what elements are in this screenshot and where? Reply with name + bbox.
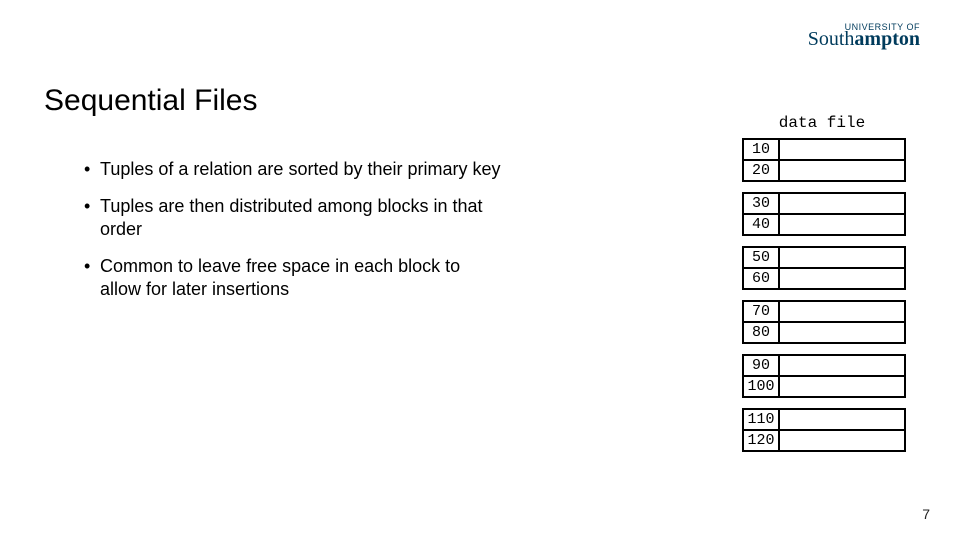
tuple-row: 10 [744,140,904,159]
tuple-rest [780,161,904,180]
tuple-key: 110 [744,410,780,429]
file-block: 70 80 [742,300,906,344]
tuple-rest [780,431,904,450]
tuple-row: 80 [744,321,904,342]
file-block: 10 20 [742,138,906,182]
bullet-item: Tuples are then distributed among blocks… [84,195,504,241]
tuple-key: 10 [744,140,780,159]
data-file-diagram: data file 10 20 30 40 50 60 70 80 90 100… [742,114,902,462]
tuple-row: 60 [744,267,904,288]
tuple-row: 110 [744,410,904,429]
tuple-key: 40 [744,215,780,234]
tuple-row: 30 [744,194,904,213]
bullet-item: Common to leave free space in each block… [84,255,504,301]
bullet-item: Tuples of a relation are sorted by their… [84,158,504,181]
tuple-rest [780,140,904,159]
tuple-rest [780,323,904,342]
tuple-key: 50 [744,248,780,267]
tuple-key: 30 [744,194,780,213]
university-logo: UNIVERSITY OF Southampton [808,22,920,51]
tuple-rest [780,302,904,321]
tuple-row: 40 [744,213,904,234]
tuple-key: 20 [744,161,780,180]
file-block: 30 40 [742,192,906,236]
tuple-key: 90 [744,356,780,375]
tuple-row: 70 [744,302,904,321]
tuple-key: 70 [744,302,780,321]
slide-title: Sequential Files [44,84,257,118]
tuple-rest [780,410,904,429]
data-file-label: data file [742,114,902,132]
tuple-key: 120 [744,431,780,450]
file-block: 110 120 [742,408,906,452]
tuple-rest [780,356,904,375]
tuple-rest [780,377,904,396]
tuple-row: 90 [744,356,904,375]
tuple-row: 20 [744,159,904,180]
bullet-list: Tuples of a relation are sorted by their… [44,158,504,315]
tuple-row: 50 [744,248,904,267]
tuple-key: 80 [744,323,780,342]
tuple-row: 100 [744,375,904,396]
tuple-rest [780,194,904,213]
page-number: 7 [922,506,930,522]
tuple-row: 120 [744,429,904,450]
file-block: 50 60 [742,246,906,290]
tuple-rest [780,269,904,288]
file-block: 90 100 [742,354,906,398]
logo-main-text: Southampton [808,28,920,51]
tuple-key: 100 [744,377,780,396]
tuple-rest [780,215,904,234]
tuple-rest [780,248,904,267]
tuple-key: 60 [744,269,780,288]
